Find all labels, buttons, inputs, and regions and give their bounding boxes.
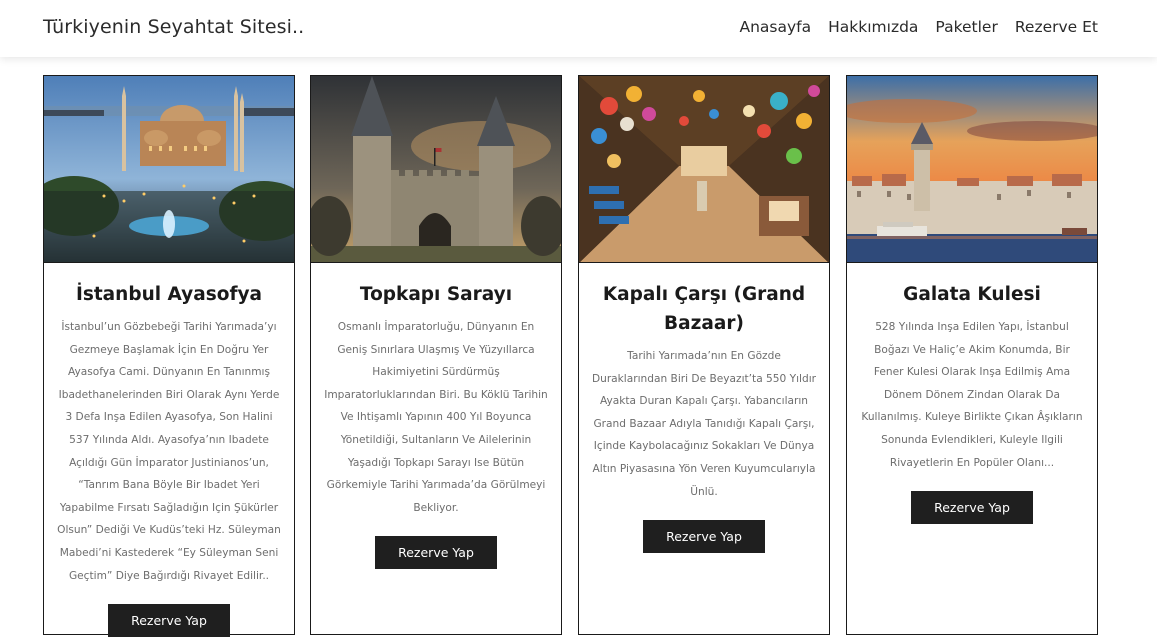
top-navbar: Türkiyenin Seyahtat Sitesi.. Anasayfa Ha… [0,0,1157,57]
tour-cards: İstanbul Ayasofya İstanbul’un Gözbebeği … [0,75,1157,637]
card-body: Galata Kulesi 528 Yılında Inşa Edilen Ya… [847,263,1097,525]
reserve-button[interactable]: Rezerve Yap [911,491,1033,525]
reserve-button[interactable]: Rezerve Yap [375,536,497,570]
tour-card-ayasofya: İstanbul Ayasofya İstanbul’un Gözbebeği … [43,75,295,637]
card-title: Topkapı Sarayı [359,284,513,305]
tour-card-topkapi: Topkapı Sarayı Osmanlı İmparatorluğu, Dü… [310,75,562,635]
nav-link-rezerve-et[interactable]: Rezerve Et [1015,18,1098,36]
hagia-sophia-photo [44,76,294,263]
tour-card-kapali-carsi: Kapalı Çarşı (Grand Bazaar) Tarihi Yarım… [578,75,830,635]
card-title: İstanbul Ayasofya [75,284,263,305]
card-description: Osmanlı İmparatorluğu, Dünyanın En Geniş… [324,321,548,514]
card-description: 528 Yılında Inşa Edilen Yapı, İstanbul B… [861,321,1083,469]
nav-link-hakkimizda[interactable]: Hakkımızda [828,18,918,36]
nav-link-paketler[interactable]: Paketler [935,18,997,36]
card-body: Topkapı Sarayı Osmanlı İmparatorluğu, Dü… [311,263,561,570]
nav-links: Anasayfa Hakkımızda Paketler Rezerve Et [722,18,1098,36]
card-title: Kapalı Çarşı (Grand Bazaar) [602,284,806,334]
nav-link-anasayfa[interactable]: Anasayfa [739,18,811,36]
reserve-button[interactable]: Rezerve Yap [108,604,230,637]
card-title: Galata Kulesi [903,284,1041,305]
tour-card-galata: Galata Kulesi 528 Yılında Inşa Edilen Ya… [846,75,1098,635]
reserve-button[interactable]: Rezerve Yap [643,520,765,554]
card-body: İstanbul Ayasofya İstanbul’un Gözbebeği … [44,263,294,637]
grand-bazaar-photo [579,76,829,263]
galata-tower-photo [847,76,1097,263]
card-description: İstanbul’un Gözbebeği Tarihi Yarımada’yı… [57,321,281,582]
card-body: Kapalı Çarşı (Grand Bazaar) Tarihi Yarım… [579,263,829,554]
topkapi-gate-photo [311,76,561,263]
card-description: Tarihi Yarımada’nın En Gözde Duraklarınd… [591,350,817,498]
site-brand[interactable]: Türkiyenin Seyahtat Sitesi.. [43,16,304,38]
